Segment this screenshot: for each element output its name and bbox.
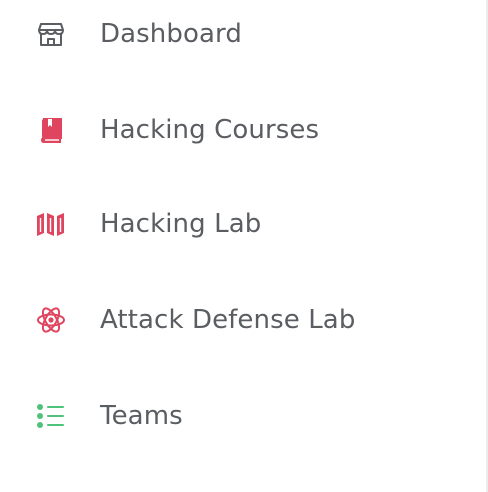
- nav-item-hacking-lab[interactable]: Hacking Lab: [0, 192, 480, 256]
- nav-item-hacking-courses[interactable]: Hacking Courses: [0, 98, 480, 162]
- nav-item-label: Dashboard: [100, 19, 242, 49]
- list-icon: [36, 401, 66, 431]
- nav-item-label: Hacking Lab: [100, 209, 262, 239]
- nav-item-teams[interactable]: Teams: [0, 384, 480, 448]
- nav-item-label: Teams: [100, 401, 183, 431]
- atom-icon: [36, 305, 66, 335]
- nav-item-attack-defense-lab[interactable]: Attack Defense Lab: [0, 288, 480, 352]
- nav-item-label: Attack Defense Lab: [100, 305, 356, 335]
- nav-item-label: Hacking Courses: [100, 115, 320, 145]
- book-icon: [36, 115, 66, 145]
- nav-item-dashboard[interactable]: Dashboard: [0, 2, 480, 66]
- store-icon: [36, 19, 66, 49]
- map-icon: [36, 209, 66, 239]
- sidebar-nav: Dashboard Hacking Courses Hacking Lab At…: [0, 0, 488, 492]
